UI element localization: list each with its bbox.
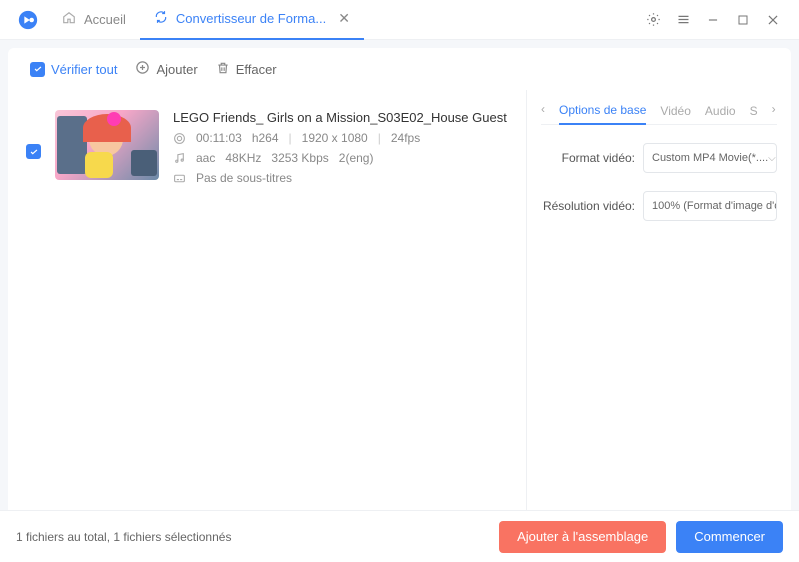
video-format-row: Format vidéo: Custom MP4 Movie(*.... ⌵ <box>541 143 777 173</box>
audio-icon <box>173 152 186 165</box>
bitrate: 3253 Kbps <box>271 151 328 165</box>
plus-icon <box>135 60 150 78</box>
file-info: LEGO Friends_ Girls on a Mission_S03E02_… <box>173 110 508 185</box>
resolution: 1920 x 1080 <box>302 131 368 145</box>
clear-label: Effacer <box>236 62 277 77</box>
verify-all-label: Vérifier tout <box>51 62 117 77</box>
tab-audio[interactable]: Audio <box>705 104 736 124</box>
toolbar: Vérifier tout Ajouter Effacer <box>8 48 791 90</box>
menu-icon[interactable] <box>675 12 691 28</box>
add-button[interactable]: Ajouter <box>135 60 197 78</box>
add-label: Ajouter <box>156 62 197 77</box>
tab-sub[interactable]: S <box>750 104 758 124</box>
trash-icon <box>216 61 230 78</box>
file-list: LEGO Friends_ Girls on a Mission_S03E02_… <box>8 90 527 542</box>
tabs-prev-icon[interactable]: ‹ <box>541 102 545 116</box>
vcodec: h264 <box>252 131 279 145</box>
video-format-select[interactable]: Custom MP4 Movie(*.... ⌵ <box>643 143 777 173</box>
clear-button[interactable]: Effacer <box>216 61 277 78</box>
verify-all[interactable]: Vérifier tout <box>30 62 117 77</box>
audio-meta: aac 48KHz 3253 Kbps 2(eng) <box>173 151 508 165</box>
settings-icon[interactable] <box>645 12 661 28</box>
refresh-icon <box>154 10 168 27</box>
file-checkbox-wrap <box>26 110 41 185</box>
tab-basic[interactable]: Options de base <box>559 103 646 125</box>
tab-converter[interactable]: Convertisseur de Forma... ✕ <box>140 0 364 40</box>
maximize-icon[interactable] <box>735 12 751 28</box>
video-res-select[interactable]: 100% (Format d'image d'orig <box>643 191 777 221</box>
start-button[interactable]: Commencer <box>676 521 783 553</box>
tab-close-icon[interactable]: ✕ <box>338 10 350 27</box>
acodec: aac <box>196 151 215 165</box>
window-controls <box>645 12 791 28</box>
tab-video[interactable]: Vidéo <box>660 104 690 124</box>
subtitle-meta: Pas de sous-titres <box>173 171 508 185</box>
status-text: 1 fichiers au total, 1 fichiers sélectio… <box>16 530 489 544</box>
app-logo <box>16 8 40 32</box>
add-assembly-button[interactable]: Ajouter à l'assemblage <box>499 521 666 553</box>
video-format-value: Custom MP4 Movie(*.... <box>652 152 768 164</box>
options-tabs: ‹ Options de base Vidéo Audio S › <box>541 102 777 125</box>
thumbnail <box>55 110 159 180</box>
tab-converter-label: Convertisseur de Forma... <box>176 11 326 26</box>
tab-home-label: Accueil <box>84 12 126 27</box>
footer: 1 fichiers au total, 1 fichiers sélectio… <box>0 510 799 562</box>
fps: 24fps <box>391 131 420 145</box>
video-res-value: 100% (Format d'image d'orig <box>652 200 777 212</box>
video-meta: 00:11:03 h264 | 1920 x 1080 | 24fps <box>173 131 508 145</box>
tabs-next-icon[interactable]: › <box>772 102 776 116</box>
file-title: LEGO Friends_ Girls on a Mission_S03E02_… <box>173 110 508 125</box>
minimize-icon[interactable] <box>705 12 721 28</box>
options-panel: ‹ Options de base Vidéo Audio S › Format… <box>527 90 791 542</box>
video-res-row: Résolution vidéo: 100% (Format d'image d… <box>541 191 777 221</box>
video-res-label: Résolution vidéo: <box>541 199 635 213</box>
home-icon <box>62 11 76 28</box>
close-icon[interactable] <box>765 12 781 28</box>
chevron-down-icon: ⌵ <box>768 153 776 164</box>
file-checkbox[interactable] <box>26 144 41 159</box>
video-format-label: Format vidéo: <box>541 151 635 165</box>
sample-rate: 48KHz <box>225 151 261 165</box>
tab-home[interactable]: Accueil <box>48 0 140 40</box>
duration: 00:11:03 <box>196 131 242 145</box>
file-item[interactable]: LEGO Friends_ Girls on a Mission_S03E02_… <box>26 104 508 191</box>
content: LEGO Friends_ Girls on a Mission_S03E02_… <box>8 90 791 542</box>
checkbox-icon <box>30 62 45 77</box>
audio-lang: 2(eng) <box>339 151 374 165</box>
video-icon <box>173 132 186 145</box>
subtitle-text: Pas de sous-titres <box>196 171 292 185</box>
subtitle-icon <box>173 172 186 185</box>
titlebar: Accueil Convertisseur de Forma... ✕ <box>0 0 799 40</box>
